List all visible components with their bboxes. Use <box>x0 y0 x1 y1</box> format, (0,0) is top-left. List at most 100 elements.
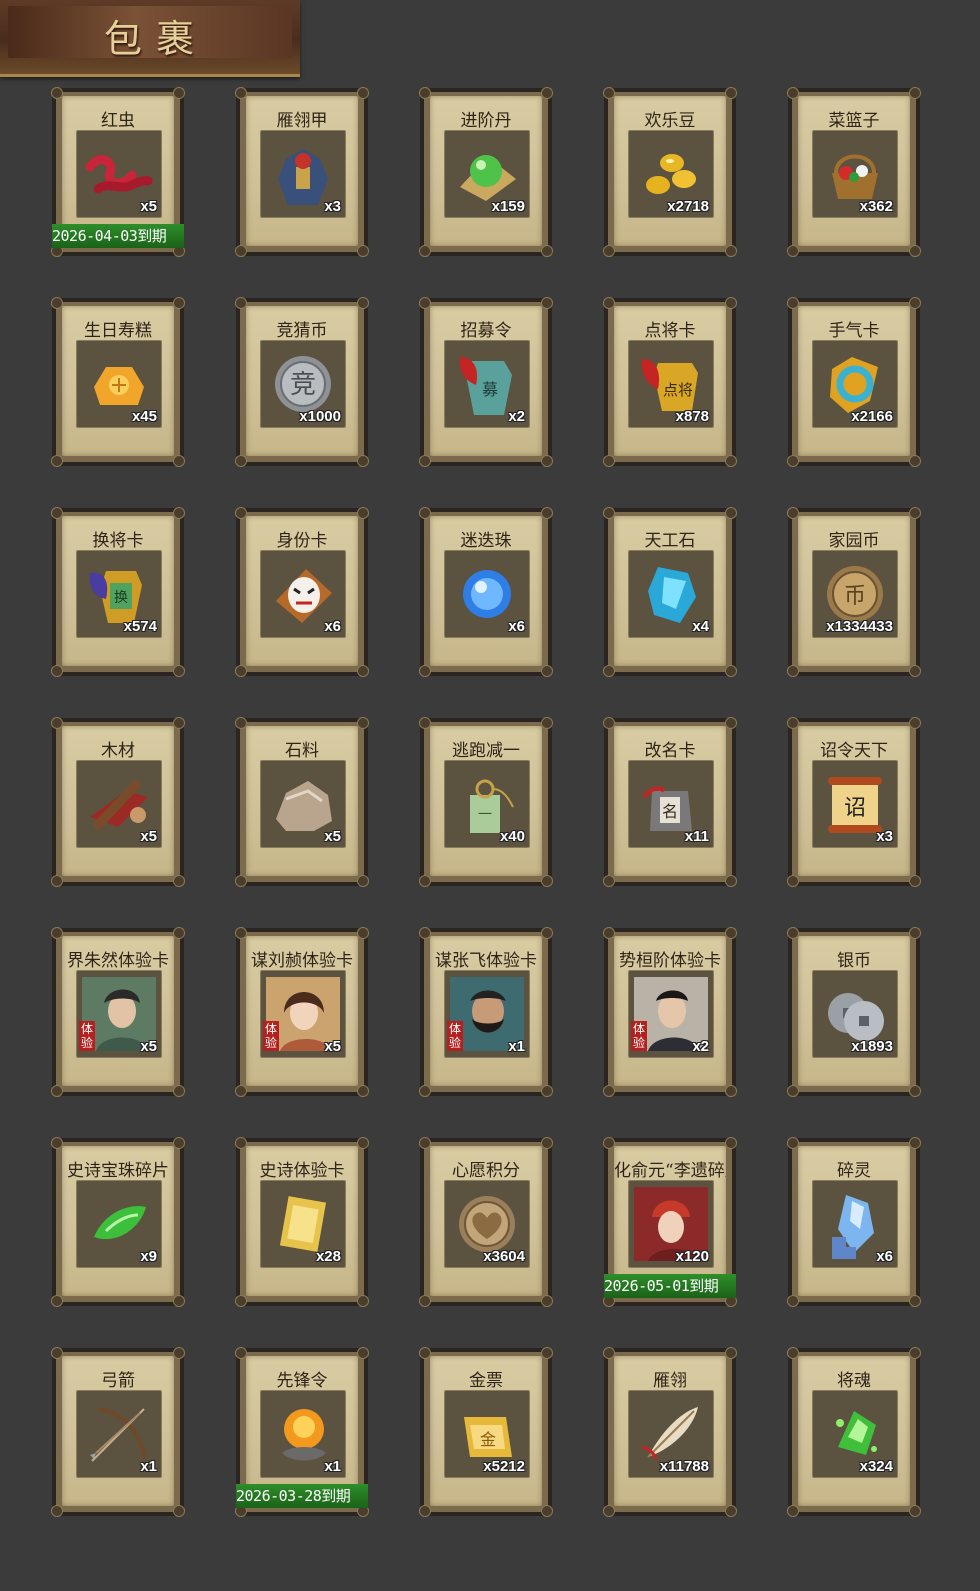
frame-corner-ornament <box>357 297 369 309</box>
item-card[interactable]: 化俞元“李遗碎片 x120 2026-05-01到期 <box>603 1137 737 1307</box>
frame-corner-ornament <box>541 297 553 309</box>
frame-corner-ornament <box>173 1505 185 1517</box>
frame-corner-ornament <box>357 665 369 677</box>
item-name: 招募令 <box>460 321 512 341</box>
item-card[interactable]: 碎灵 x6 <box>787 1137 921 1307</box>
item-card[interactable]: 界朱然体验卡 体验 x5 <box>51 927 185 1097</box>
frame-corner-ornament <box>51 1295 63 1307</box>
frame-corner-ornament <box>725 1347 737 1359</box>
item-card[interactable]: 势桓阶体验卡 体验 x2 <box>603 927 737 1097</box>
item-quantity: x6 <box>508 618 525 635</box>
item-card[interactable]: 生日寿糕 x45 <box>51 297 185 467</box>
item-card[interactable]: 家园币币 x1334433 <box>787 507 921 677</box>
item-icon-box: 换 x574 <box>76 550 162 638</box>
item-name: 雁翎甲 <box>276 111 328 131</box>
item-card[interactable]: 先锋令 x1 2026-03-28到期 <box>235 1347 369 1517</box>
item-quantity: x574 <box>123 618 157 635</box>
frame-corner-ornament <box>51 665 63 677</box>
item-card[interactable]: 木材 x5 <box>51 717 185 887</box>
item-card[interactable]: 手气卡 x2166 <box>787 297 921 467</box>
frame-corner-ornament <box>357 455 369 467</box>
item-card[interactable]: 竞猜币竞 x1000 <box>235 297 369 467</box>
item-card[interactable]: 石料 x5 <box>235 717 369 887</box>
item-card[interactable]: 谋刘赪体验卡 体验 x5 <box>235 927 369 1097</box>
item-card[interactable]: 雁翎 x11788 <box>603 1347 737 1517</box>
item-quantity: x1 <box>140 1458 157 1475</box>
item-card[interactable]: 菜篮子 x362 <box>787 87 921 257</box>
frame-corner-ornament <box>173 1137 185 1149</box>
item-quantity: x324 <box>859 1458 893 1475</box>
svg-text:诏: 诏 <box>844 796 866 821</box>
item-name: 先锋令 <box>276 1371 328 1391</box>
frame-corner-ornament <box>419 665 431 677</box>
frame-corner-ornament <box>173 927 185 939</box>
svg-text:金: 金 <box>480 1430 496 1449</box>
svg-text:点将: 点将 <box>663 381 693 399</box>
item-card[interactable]: 换将卡换 x574 <box>51 507 185 677</box>
item-icon-box: x45 <box>76 340 162 428</box>
frame-corner-ornament <box>541 665 553 677</box>
item-card[interactable]: 欢乐豆 x2718 <box>603 87 737 257</box>
frame-corner-ornament <box>419 1505 431 1517</box>
item-name: 家园币 <box>828 531 880 551</box>
item-name: 诏令天下 <box>820 741 888 761</box>
frame-corner-ornament <box>357 1347 369 1359</box>
item-name: 雁翎 <box>653 1371 687 1391</box>
frame-corner-ornament <box>357 1085 369 1097</box>
frame-corner-ornament <box>541 875 553 887</box>
frame-corner-ornament <box>173 1295 185 1307</box>
item-card[interactable]: 史诗宝珠碎片 x9 <box>51 1137 185 1307</box>
page-title: 包裹 <box>104 17 209 61</box>
item-grid: 红虫 x5 2026-04-03到期 雁翎甲 x3 进阶丹 x159 欢乐豆 x2718 菜篮子 x… <box>51 87 922 1517</box>
item-name: 迷迭珠 <box>460 531 512 551</box>
expiry-banner: 2026-03-28到期 <box>236 1484 368 1508</box>
frame-corner-ornament <box>725 455 737 467</box>
item-icon-box: x5 <box>260 760 346 848</box>
item-card[interactable]: 逃跑减一一 x40 <box>419 717 553 887</box>
item-card[interactable]: 进阶丹 x159 <box>419 87 553 257</box>
item-icon-box: x5 <box>76 760 162 848</box>
frame-corner-ornament <box>541 1505 553 1517</box>
item-card[interactable]: 身份卡 x6 <box>235 507 369 677</box>
item-name: 天工石 <box>644 531 696 551</box>
item-icon-box: x2718 <box>628 130 714 218</box>
item-card[interactable]: 史诗体验卡 x28 <box>235 1137 369 1307</box>
item-icon-box: x5 <box>76 130 162 218</box>
item-card[interactable]: 红虫 x5 2026-04-03到期 <box>51 87 185 257</box>
item-name: 逃跑减一 <box>452 741 520 761</box>
frame-corner-ornament <box>603 245 615 257</box>
frame-corner-ornament <box>173 717 185 729</box>
item-name: 银币 <box>837 951 871 971</box>
item-card[interactable]: 雁翎甲 x3 <box>235 87 369 257</box>
item-card[interactable]: 心愿积分 x3604 <box>419 1137 553 1307</box>
item-name: 化俞元“李遗碎片 <box>614 1161 726 1181</box>
frame-corner-ornament <box>787 245 799 257</box>
item-quantity: x5 <box>140 198 157 215</box>
item-card[interactable]: 诏令天下诏 x3 <box>787 717 921 887</box>
svg-text:竞: 竞 <box>290 370 316 400</box>
item-card[interactable]: 迷迭珠 x6 <box>419 507 553 677</box>
item-card[interactable]: 金票金 x5212 <box>419 1347 553 1517</box>
item-card[interactable]: 改名卡名 x11 <box>603 717 737 887</box>
frame-corner-ornament <box>909 1505 921 1517</box>
item-card[interactable]: 谋张飞体验卡 体验 x1 <box>419 927 553 1097</box>
item-quantity: x28 <box>315 1248 341 1265</box>
svg-text:募: 募 <box>482 380 498 399</box>
item-name: 点将卡 <box>644 321 696 341</box>
frame-corner-ornament <box>909 1295 921 1307</box>
frame-corner-ornament <box>725 875 737 887</box>
frame-corner-ornament <box>909 665 921 677</box>
item-card[interactable]: 银币 x1893 <box>787 927 921 1097</box>
item-card[interactable]: 弓箭 x1 <box>51 1347 185 1517</box>
item-quantity: x40 <box>499 828 525 845</box>
item-card[interactable]: 天工石 x4 <box>603 507 737 677</box>
item-card[interactable]: 点将卡 点将 x878 <box>603 297 737 467</box>
frame-corner-ornament <box>51 875 63 887</box>
item-icon-box: x1 <box>260 1390 346 1478</box>
item-icon-box: x362 <box>812 130 898 218</box>
frame-corner-ornament <box>357 717 369 729</box>
item-icon-box: x324 <box>812 1390 898 1478</box>
item-card[interactable]: 招募令募 x2 <box>419 297 553 467</box>
item-icon-box: x1 <box>76 1390 162 1478</box>
item-card[interactable]: 将魂 x324 <box>787 1347 921 1517</box>
